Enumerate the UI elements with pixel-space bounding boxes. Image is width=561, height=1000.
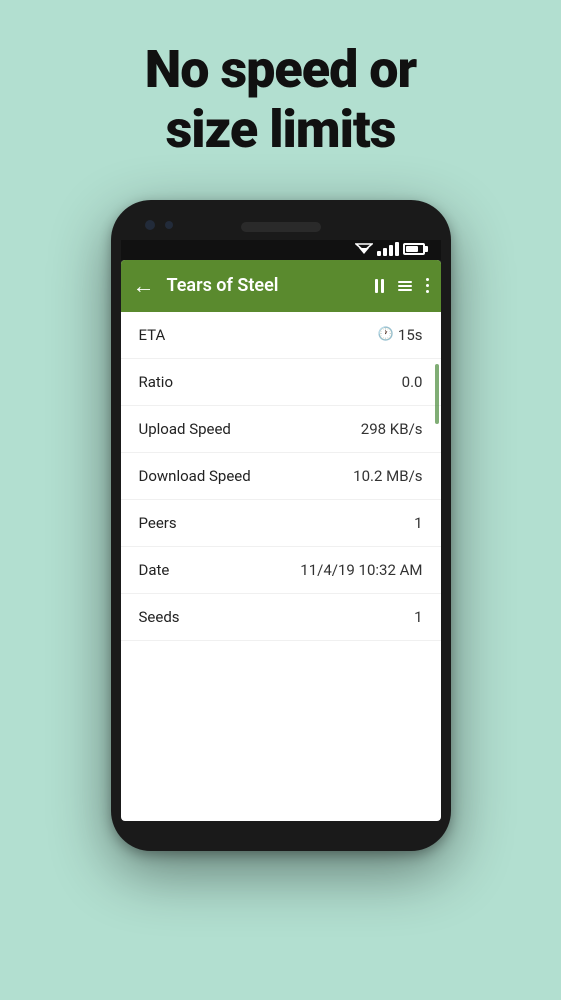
table-row: Seeds 1 — [121, 594, 441, 641]
battery-fill — [406, 246, 419, 252]
info-list: ETA 🕐 15s Ratio 0.0 Upload Speed 298 KB/… — [121, 312, 441, 821]
camera-area — [145, 220, 173, 230]
peers-value: 1 — [414, 514, 422, 532]
table-row: Ratio 0.0 — [121, 359, 441, 406]
status-icons — [355, 242, 425, 256]
table-row: Date 11/4/19 10:32 AM — [121, 547, 441, 594]
table-row: Upload Speed 298 KB/s — [121, 406, 441, 453]
list-line-1 — [398, 281, 412, 283]
empty-content — [121, 641, 441, 821]
scrollbar[interactable] — [435, 364, 439, 424]
toolbar-actions — [375, 278, 429, 293]
more-options-button[interactable] — [426, 278, 429, 293]
date-label: Date — [139, 561, 170, 579]
date-value: 11/4/19 10:32 AM — [300, 561, 422, 579]
phone-top-bezel — [121, 216, 441, 240]
signal-bar-2 — [383, 248, 387, 256]
ratio-label: Ratio — [139, 373, 174, 391]
headline: No speed orsize limits — [0, 0, 561, 190]
screen-title: Tears of Steel — [167, 275, 363, 296]
table-row: Peers 1 — [121, 500, 441, 547]
download-speed-label: Download Speed — [139, 467, 251, 485]
pause-bar-1 — [375, 279, 378, 293]
signal-bars — [377, 242, 399, 256]
app-screen: ← Tears of Steel — [121, 260, 441, 821]
ratio-value: 0.0 — [402, 373, 423, 391]
pause-button[interactable] — [375, 279, 384, 293]
clock-icon: 🕐 — [378, 327, 394, 342]
seeds-value: 1 — [414, 608, 422, 626]
signal-bar-1 — [377, 251, 381, 256]
phone-body: ← Tears of Steel — [111, 200, 451, 851]
phone-speaker — [241, 222, 321, 232]
camera-dot-1 — [145, 220, 155, 230]
download-speed-value: 10.2 MB/s — [353, 467, 422, 485]
seeds-label: Seeds — [139, 608, 180, 626]
list-line-3 — [398, 289, 412, 291]
status-bar — [121, 240, 441, 260]
signal-bar-4 — [395, 242, 399, 256]
app-toolbar: ← Tears of Steel — [121, 260, 441, 312]
eta-label: ETA — [139, 326, 166, 344]
phone-mockup: ← Tears of Steel — [0, 190, 561, 851]
signal-bar-3 — [389, 245, 393, 256]
upload-speed-label: Upload Speed — [139, 420, 231, 438]
dot-1 — [426, 278, 429, 281]
upload-speed-value: 298 KB/s — [361, 420, 423, 438]
table-row: Download Speed 10.2 MB/s — [121, 453, 441, 500]
wifi-icon — [355, 242, 373, 256]
back-button[interactable]: ← — [133, 273, 155, 299]
list-button[interactable] — [398, 281, 412, 291]
pause-bar-2 — [381, 279, 384, 293]
eta-value: 🕐 15s — [378, 326, 423, 344]
battery-icon — [403, 243, 425, 255]
dot-3 — [426, 290, 429, 293]
table-row: ETA 🕐 15s — [121, 312, 441, 359]
camera-dot-2 — [165, 221, 173, 229]
list-line-2 — [398, 285, 412, 287]
dot-2 — [426, 284, 429, 287]
peers-label: Peers — [139, 514, 177, 532]
